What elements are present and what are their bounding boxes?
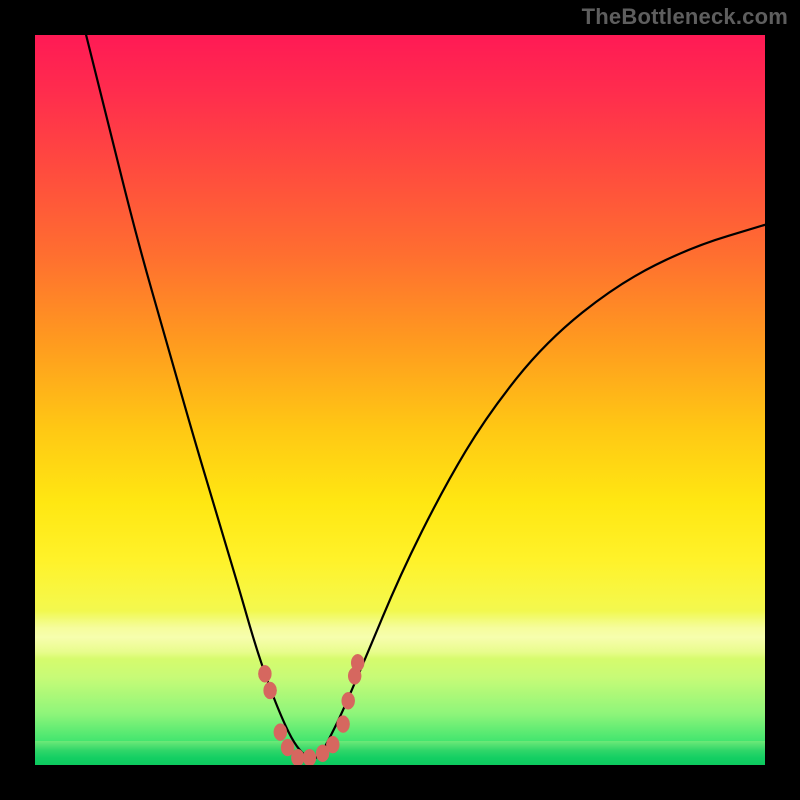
watermark-text: TheBottleneck.com xyxy=(582,4,788,30)
scatter-dot xyxy=(326,736,339,753)
scatter-dot xyxy=(351,654,364,671)
chart-frame: TheBottleneck.com xyxy=(0,0,800,800)
plot-area xyxy=(35,35,765,765)
scatter-dot xyxy=(303,749,316,765)
scatter-dot xyxy=(274,724,287,741)
scatter-points xyxy=(258,654,364,765)
curve-svg xyxy=(35,35,765,765)
scatter-dot xyxy=(337,716,350,733)
bottleneck-curve xyxy=(86,35,765,758)
scatter-dot xyxy=(264,682,277,699)
scatter-dot xyxy=(342,692,355,709)
scatter-dot xyxy=(291,749,304,765)
scatter-dot xyxy=(258,665,271,682)
